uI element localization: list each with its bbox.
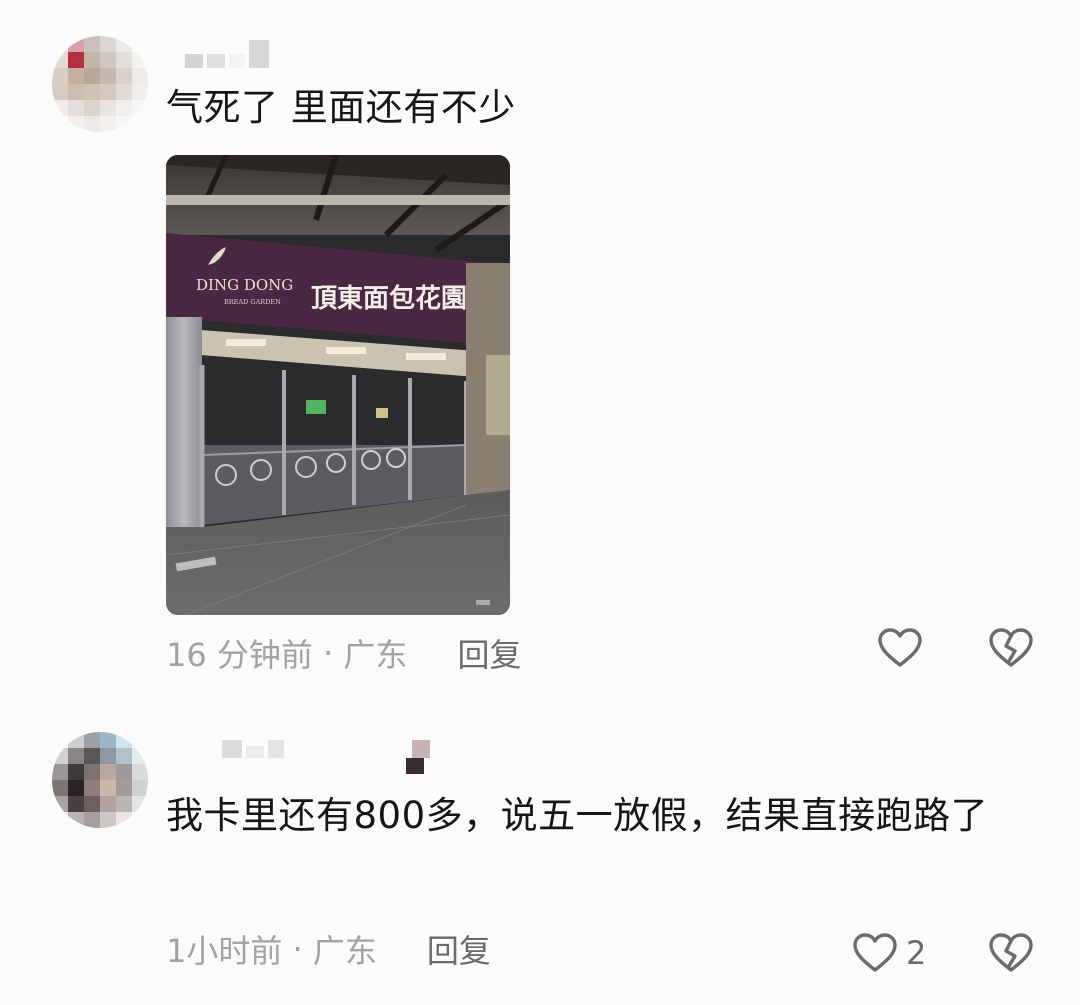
comment-photo[interactable]: DING DONG BREAD GARDEN 頂東面包花園 (166, 155, 510, 615)
broken-heart-icon (989, 628, 1033, 667)
storefront-photo: DING DONG BREAD GARDEN 頂東面包花園 (166, 155, 510, 615)
comment-location: 广东 (343, 636, 408, 674)
broken-heart-icon (989, 933, 1033, 972)
username-blurred[interactable] (185, 40, 269, 68)
username-blurred-mark (406, 758, 424, 774)
comment-location: 广东 (312, 932, 377, 970)
username-blurred[interactable] (222, 740, 430, 758)
comment-meta: 16 分钟前 · 广东 回复 (166, 630, 521, 676)
meta-separator: · (282, 930, 313, 968)
comment-1: 气死了 里面还有不少 DING DONG BREAD GARDEN 頂東面包花園… (0, 0, 1080, 690)
comment-text: 我卡里还有800多，说五一放假，结果直接跑路了 (166, 794, 989, 837)
dislike-button[interactable] (988, 627, 1034, 673)
sign-sub-text: BREAD GARDEN (224, 298, 281, 306)
comment-time: 16 分钟前 (166, 636, 313, 674)
reply-button[interactable]: 回复 (427, 926, 491, 972)
avatar[interactable] (52, 36, 148, 132)
like-count: 2 (906, 934, 927, 972)
dislike-button[interactable] (988, 932, 1034, 978)
heart-outline-icon (853, 933, 897, 972)
comment-meta: 1小时前 · 广东 回复 (166, 926, 491, 972)
comment-time: 1小时前 (166, 932, 283, 970)
reply-button[interactable]: 回复 (457, 630, 521, 676)
like-button[interactable] (877, 627, 923, 669)
meta-separator: · (312, 634, 344, 672)
comment-2: 我卡里还有800多，说五一放假，结果直接跑路了 1小时前 · 广东 回复 2 (0, 690, 1080, 1005)
sign-cn-text: 頂東面包花園 (311, 283, 467, 314)
avatar[interactable] (52, 732, 148, 828)
comment-text: 气死了 里面还有不少 (166, 86, 516, 129)
like-button[interactable]: 2 (852, 932, 926, 974)
heart-outline-icon (878, 628, 922, 667)
sign-brand-text: DING DONG (196, 276, 293, 294)
